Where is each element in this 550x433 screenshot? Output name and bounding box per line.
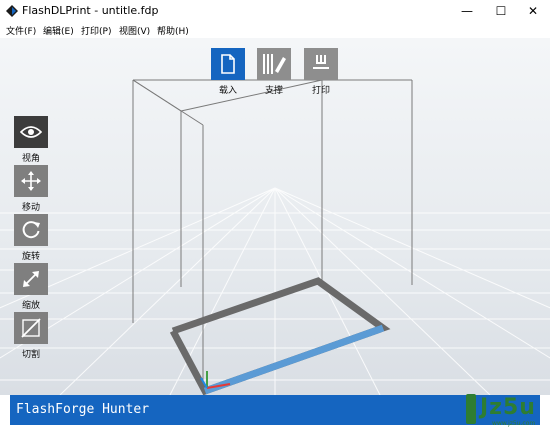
support-button[interactable]: 支撑 [257, 48, 291, 96]
view-label: 视角 [21, 154, 40, 164]
maximize-button[interactable]: ☐ [484, 0, 518, 22]
watermark-text: Jz5u [480, 395, 536, 420]
top-toolbar: 载入 支撑 打印 [211, 48, 341, 100]
menu-bar: 文件(F) 编辑(E) 打印(P) 视图(V) 帮助(H) [0, 22, 550, 38]
side-toolbar: 视角 移动 旋转 缩放 切割 [14, 116, 48, 366]
app-logo-icon [6, 5, 18, 17]
load-label: 载入 [218, 86, 237, 96]
rotate-button[interactable]: 旋转 [14, 214, 48, 262]
3d-viewport[interactable]: 载入 支撑 打印 视角 移动 旋转 缩放 切割 [0, 38, 550, 395]
support-label: 支撑 [264, 86, 283, 96]
menu-file[interactable]: 文件(F) [6, 24, 36, 37]
print-download-icon [313, 55, 329, 69]
watermark-logo: Jz5u www.jz5u.com [462, 392, 542, 430]
scale-label: 缩放 [21, 301, 40, 311]
menu-print[interactable]: 打印(P) [81, 24, 111, 37]
support-pencil-icon [263, 54, 286, 74]
view-button[interactable]: 视角 [14, 116, 48, 164]
move-label: 移动 [21, 203, 40, 213]
menu-help[interactable]: 帮助(H) [157, 24, 189, 37]
menu-view[interactable]: 视图(V) [119, 24, 150, 37]
menu-edit[interactable]: 编辑(E) [43, 24, 74, 37]
printer-name: FlashForge Hunter [16, 402, 150, 417]
watermark-subtext: www.jz5u.com [492, 420, 536, 427]
minimize-button[interactable]: — [450, 0, 484, 22]
eye-icon [20, 126, 42, 138]
cut-slice-icon [21, 318, 41, 338]
printer-status-bar: FlashForge Hunter [10, 395, 540, 425]
cut-label: 切割 [21, 350, 40, 360]
build-plate [169, 277, 391, 395]
print-label: 打印 [311, 86, 330, 96]
move-arrows-icon [21, 171, 41, 191]
close-button[interactable]: ✕ [516, 0, 550, 22]
move-button[interactable]: 移动 [14, 165, 48, 213]
title-bar: FlashDLPrint - untitle.fdp — ☐ ✕ [0, 0, 550, 22]
scale-button[interactable]: 缩放 [14, 263, 48, 311]
cut-button[interactable]: 切割 [14, 312, 48, 360]
rotate-icon [22, 221, 40, 239]
window-title: FlashDLPrint - untitle.fdp [22, 4, 159, 17]
file-icon [221, 54, 235, 74]
load-button[interactable]: 载入 [211, 48, 245, 96]
print-button[interactable]: 打印 [304, 48, 338, 96]
scale-arrow-icon [23, 271, 39, 287]
rotate-label: 旋转 [21, 252, 40, 262]
